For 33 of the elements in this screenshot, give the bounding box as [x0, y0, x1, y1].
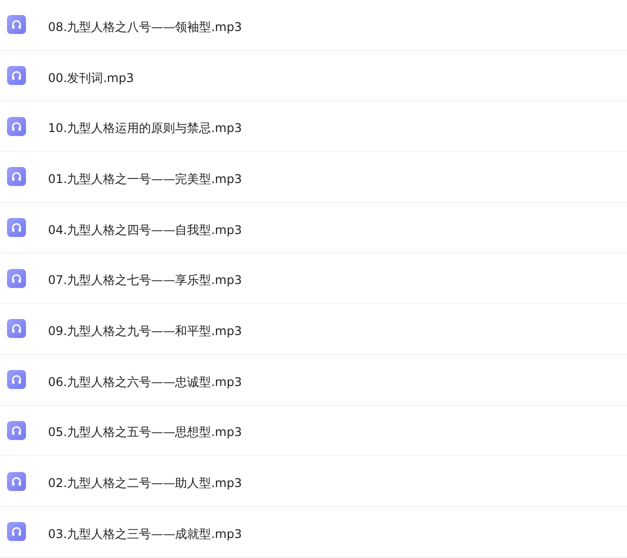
headphones-icon — [7, 522, 26, 542]
file-row[interactable]: 10.九型人格运用的原则与禁忌.mp3 — [0, 101, 627, 152]
file-row[interactable]: 03.九型人格之三号——成就型.mp3 — [0, 506, 627, 558]
file-name: 05.九型人格之五号——思想型.mp3 — [48, 424, 242, 442]
file-name: 06.九型人格之六号——忠诚型.mp3 — [48, 374, 242, 391]
headphones-icon — [7, 15, 26, 34]
headphones-icon — [7, 167, 26, 186]
file-name: 02.九型人格之二号——助人型.mp3 — [48, 475, 242, 492]
file-name: 04.九型人格之四号——自我型.mp3 — [48, 222, 242, 239]
file-name: 10.九型人格运用的原则与禁忌.mp3 — [48, 120, 242, 138]
file-name: 01.九型人格之一号——完美型.mp3 — [48, 170, 242, 188]
headphones-icon — [7, 116, 26, 136]
headphones-icon — [7, 319, 26, 338]
file-row[interactable]: 06.九型人格之六号——忠诚型.mp3 — [0, 354, 627, 406]
file-row[interactable]: 02.九型人格之二号——助人型.mp3 — [0, 456, 627, 507]
headphones-icon — [7, 370, 26, 390]
file-name: 00.发刊词.mp3 — [48, 70, 134, 87]
file-row[interactable]: 04.九型人格之四号——自我型.mp3 — [0, 202, 627, 254]
file-row[interactable]: 08.九型人格之八号——领袖型.mp3 — [0, 0, 627, 51]
file-row[interactable]: 09.九型人格之九号——和平型.mp3 — [0, 304, 627, 355]
headphones-icon — [7, 268, 26, 288]
headphones-icon — [7, 66, 26, 86]
file-row[interactable]: 01.九型人格之一号——完美型.mp3 — [0, 152, 627, 203]
file-name: 03.九型人格之三号——成就型.mp3 — [48, 526, 242, 543]
file-name: 09.九型人格之九号——和平型.mp3 — [48, 322, 242, 340]
headphones-icon — [7, 472, 26, 491]
file-row[interactable]: 00.发刊词.mp3 — [0, 50, 627, 102]
headphones-icon — [7, 420, 26, 440]
file-row[interactable]: 05.九型人格之五号——思想型.mp3 — [0, 406, 627, 456]
headphones-icon — [7, 218, 26, 238]
file-row[interactable]: 07.九型人格之七号——享乐型.mp3 — [0, 253, 627, 304]
file-name: 07.九型人格之七号——享乐型.mp3 — [48, 272, 242, 290]
file-name: 08.九型人格之八号——领袖型.mp3 — [48, 18, 242, 36]
